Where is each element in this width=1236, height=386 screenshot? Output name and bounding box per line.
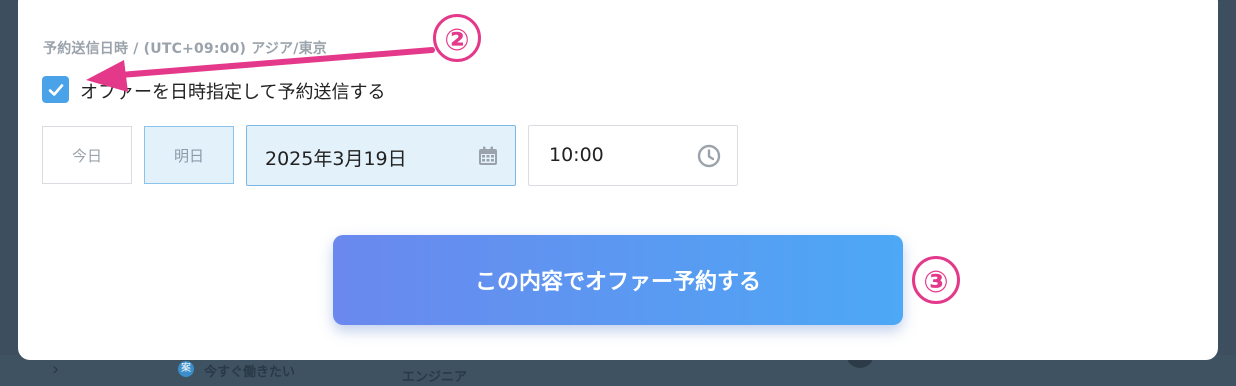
annotation-arrow [86,47,435,92]
annotation-step-2: ② [433,14,481,62]
annotation-step-3: ③ [912,256,960,304]
